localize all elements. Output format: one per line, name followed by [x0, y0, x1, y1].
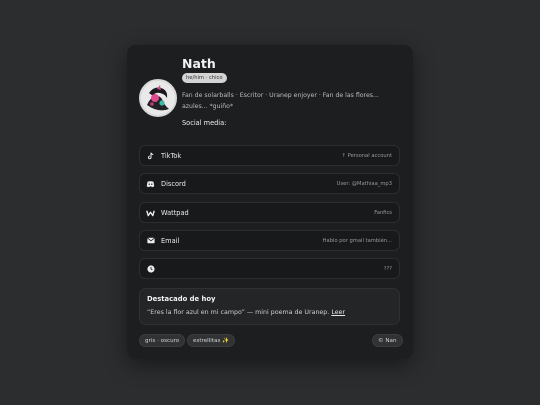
email-icon [146, 236, 155, 245]
link-wattpad[interactable]: Wattpad Fanfics [139, 202, 400, 223]
read-link[interactable]: Leer [331, 309, 345, 316]
social-media-heading: Social media: [182, 119, 227, 127]
link-unknown[interactable]: ??? [139, 258, 400, 279]
link-label: Discord [161, 179, 186, 188]
link-email[interactable]: Email Hablo por gmail también... [139, 230, 400, 251]
link-value: Fanfics [374, 209, 392, 216]
avatar [139, 79, 177, 117]
copyright-badge: © Nan [372, 334, 403, 347]
tag-chip[interactable]: gris · oscuro [139, 334, 186, 347]
profile-card: Nath he/him · chico Fan de solarballs · … [127, 45, 413, 359]
link-tiktok[interactable]: TikTok ↑ Personal account [139, 145, 400, 166]
pronouns-badge: he/him · chico [182, 73, 227, 83]
link-discord[interactable]: Discord User: @Mathiaa_mp3 [139, 173, 400, 194]
link-label: TikTok [161, 151, 182, 160]
link-label: Wattpad [161, 208, 189, 217]
tag-chip[interactable]: estrellitas ✨ [187, 334, 236, 347]
link-value: ↑ Personal account [341, 152, 392, 159]
wattpad-icon [146, 208, 155, 217]
discord-icon [146, 179, 155, 188]
featured-quote: “Eres la flor azul en mi campo” — mini p… [147, 309, 330, 316]
link-value: User: @Mathiaa_mp3 [336, 180, 392, 187]
link-value: ??? [383, 265, 392, 272]
clock-icon [146, 264, 155, 273]
link-label: Email [161, 236, 180, 245]
link-value: Hablo por gmail también... [322, 237, 392, 244]
featured-text: “Eres la flor azul en mi campo” — mini p… [147, 309, 345, 316]
profile-bio: Fan de solarballs · Escritor · Uranep en… [182, 92, 379, 110]
profile-name: Nath [182, 56, 216, 71]
tiktok-icon [146, 151, 155, 160]
featured-panel: Destacado de hoy “Eres la flor azul en m… [139, 288, 400, 325]
featured-title: Destacado de hoy [147, 295, 216, 303]
